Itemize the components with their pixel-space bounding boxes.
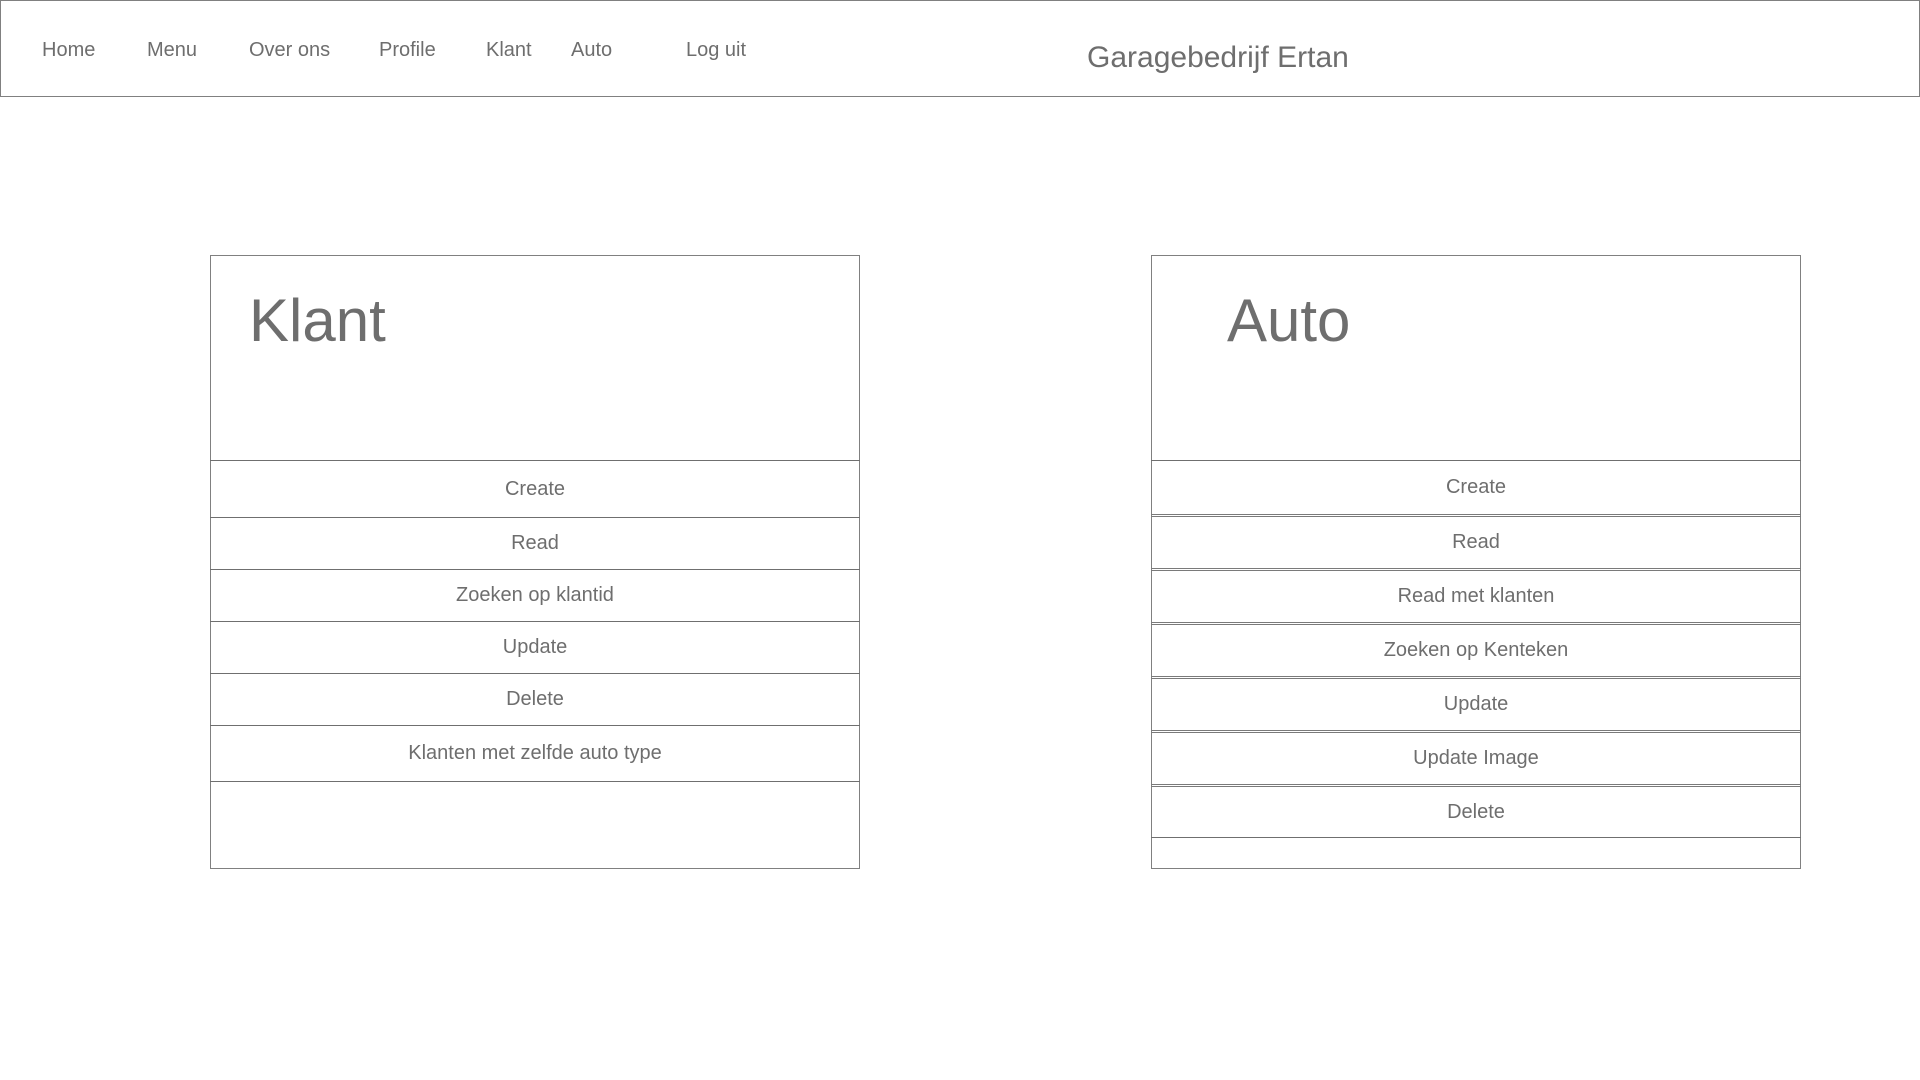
auto-search-kenteken-button[interactable]: Zoeken op Kenteken <box>1151 622 1801 676</box>
brand-title: Garagebedrijf Ertan <box>1087 41 1349 74</box>
auto-action-list: Create Read Read met klanten Zoeken op K… <box>1151 460 1801 838</box>
nav-home-link[interactable]: Home <box>42 39 95 62</box>
auto-update-button[interactable]: Update <box>1151 676 1801 730</box>
auto-create-button[interactable]: Create <box>1151 460 1801 514</box>
top-navbar: Home Menu Over ons Profile Klant Auto Lo… <box>0 0 1920 97</box>
nav-profile-link[interactable]: Profile <box>379 39 436 62</box>
klant-panel: Klant Create Read Zoeken op klantid Upda… <box>210 255 860 869</box>
klant-read-button[interactable]: Read <box>210 517 860 569</box>
auto-read-with-klanten-button[interactable]: Read met klanten <box>1151 568 1801 622</box>
auto-delete-button[interactable]: Delete <box>1151 784 1801 838</box>
auto-update-image-button[interactable]: Update Image <box>1151 730 1801 784</box>
klant-delete-button[interactable]: Delete <box>210 673 860 725</box>
klant-action-list: Create Read Zoeken op klantid Update Del… <box>210 460 860 782</box>
klant-panel-title: Klant <box>249 287 386 354</box>
nav-logout-link[interactable]: Log uit <box>686 39 746 62</box>
auto-panel-title: Auto <box>1227 287 1351 354</box>
nav-auto-link[interactable]: Auto <box>571 39 612 62</box>
klant-create-button[interactable]: Create <box>210 460 860 517</box>
nav-over-ons-link[interactable]: Over ons <box>249 39 330 62</box>
nav-klant-link[interactable]: Klant <box>486 39 532 62</box>
auto-read-button[interactable]: Read <box>1151 514 1801 568</box>
auto-panel: Auto Create Read Read met klanten Zoeken… <box>1151 255 1801 869</box>
klant-same-car-type-button[interactable]: Klanten met zelfde auto type <box>210 725 860 782</box>
klant-update-button[interactable]: Update <box>210 621 860 673</box>
nav-menu-link[interactable]: Menu <box>147 39 197 62</box>
klant-search-by-id-button[interactable]: Zoeken op klantid <box>210 569 860 621</box>
